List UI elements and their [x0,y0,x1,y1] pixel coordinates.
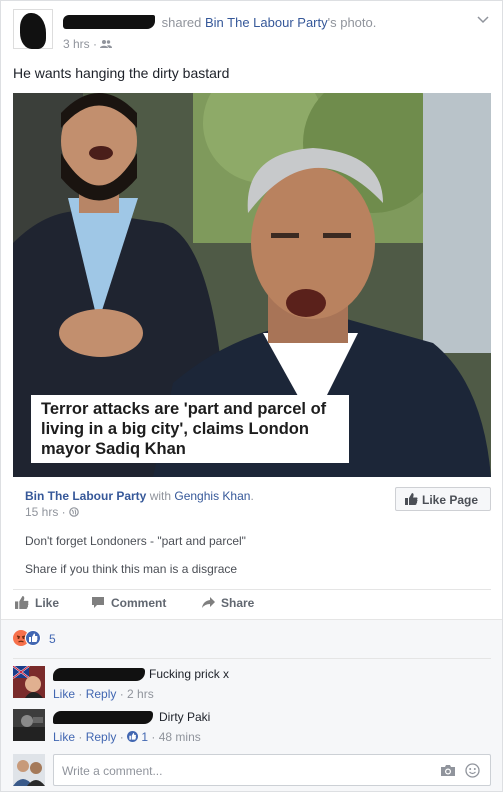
like-reaction-icon [25,630,41,646]
original-post-byline: Bin The Labour Party with Genghis Khan. [25,489,254,503]
comment-reply-link[interactable]: Reply [86,730,117,744]
reaction-count[interactable]: 5 [49,632,56,646]
comment-bubble-icon [92,597,104,608]
like-page-button[interactable]: Like Page [395,487,491,511]
original-post-timestamp[interactable]: 15 hrs · [25,505,79,519]
like-reaction-icon[interactable] [127,731,139,742]
commenter-name-redacted[interactable] [53,668,145,681]
share-arrow-icon [202,597,215,608]
original-post-text-2: Share if you think this man is a disgrac… [25,562,238,576]
sharer-avatar-redacted[interactable] [13,9,53,49]
sharer-name-redacted[interactable] [63,15,155,29]
headline-line: Terror attacks are 'part and parcel of [41,400,327,418]
shared-photo[interactable]: Terror attacks are 'part and parcel of l… [13,93,491,477]
comment-text: Fucking prick x [149,667,230,681]
divider [13,589,491,590]
post-status-text: He wants hanging the dirty bastard [13,65,230,81]
comment-text: Dirty Paki [159,710,211,724]
with-text: with [146,489,175,503]
tagged-person-link[interactable]: Genghis Khan [174,489,250,503]
with-suffix: . [250,489,254,503]
photo-headline-caption: Terror attacks are 'part and parcel of l… [31,395,349,463]
comment-meta: Like · Reply · 2 hrs [53,687,154,701]
comment-like-link[interactable]: Like [53,687,75,701]
shared-post-card: shared Bin The Labour Party's photo. 3 h… [0,0,503,792]
comment-reply-link[interactable]: Reply [86,687,117,701]
comments-section: 5 Fucking prick x Like · Reply · 2 hrs D… [1,619,502,791]
original-post-info: Bin The Labour Party with Genghis Khan. … [13,477,491,587]
thumbs-up-icon [15,596,29,609]
chevron-down-icon[interactable] [476,13,490,27]
headline-line: mayor Sadiq Khan [41,440,186,458]
post-timestamp[interactable]: 3 hrs · [63,37,113,51]
comment-meta: Like · Reply · 1 · 48 mins [53,730,201,744]
comment-like-link[interactable]: Like [53,730,75,744]
commenter-avatar[interactable] [13,709,45,741]
post-time-text[interactable]: 3 hrs · [63,37,100,51]
comment-time[interactable]: 48 mins [159,730,201,744]
photo-suffix: 's photo. [327,15,377,30]
friends-audience-icon[interactable] [100,39,113,49]
like-button[interactable]: Like [15,596,59,610]
commenter-name-redacted[interactable] [53,711,153,724]
shared-word: shared [161,15,202,30]
share-button[interactable]: Share [201,596,254,610]
post-action-bar: Like Comment Share [13,591,491,617]
shared-page-link[interactable]: Bin The Labour Party [205,15,328,30]
original-time-text[interactable]: 15 hrs · [25,505,69,519]
comment-input-placeholder[interactable]: Write a comment... [62,764,162,778]
comment-composer: Write a comment... [13,754,491,786]
divider [13,658,491,659]
original-page-link[interactable]: Bin The Labour Party [25,489,146,503]
comment-button[interactable]: Comment [91,596,166,610]
emoji-icon[interactable] [465,763,480,778]
like-page-label[interactable]: Like Page [422,493,478,507]
current-user-avatar [13,754,45,786]
globe-icon [69,507,79,517]
post-header: shared Bin The Labour Party's photo. 3 h… [13,9,490,53]
camera-icon[interactable] [440,764,456,777]
original-post-text-1: Don't forget Londoners - "part and parce… [25,534,246,548]
commenter-avatar[interactable] [13,666,45,698]
comment-time[interactable]: 2 hrs [127,687,154,701]
post-header-line: shared Bin The Labour Party's photo. [63,15,376,30]
comment-input[interactable]: Write a comment... [53,754,491,786]
headline-line: living in a big city', claims London [41,420,309,438]
thumbs-up-icon [405,493,418,505]
